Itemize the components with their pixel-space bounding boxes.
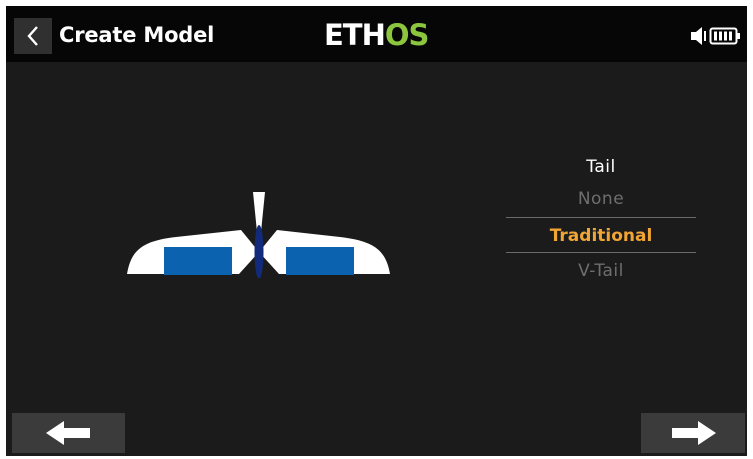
right-aileron (286, 247, 354, 275)
logo-text-main: ETH (324, 18, 386, 52)
battery-icon[interactable] (709, 26, 741, 46)
back-chevron-icon (27, 26, 38, 46)
back-button[interactable] (14, 18, 52, 54)
tail-option-traditional[interactable]: Traditional (506, 217, 696, 253)
fuselage (254, 225, 264, 278)
next-button[interactable] (641, 413, 745, 453)
previous-button[interactable] (12, 413, 125, 453)
speaker-icon[interactable] (690, 25, 706, 47)
tail-picker-heading: Tail (586, 157, 616, 177)
screen: Create Model ETH OS Tail None Traditiona… (6, 6, 747, 456)
tail-option-none[interactable]: None (506, 181, 696, 217)
status-icons (690, 24, 741, 48)
logo-text-accent: OS (384, 18, 430, 52)
ethos-logo: ETH OS (324, 18, 430, 52)
tail-picker[interactable]: Tail None Traditional V-Tail (506, 153, 696, 289)
arrow-right-icon (672, 421, 716, 445)
tail-option-v-tail[interactable]: V-Tail (506, 253, 696, 289)
page-title: Create Model (59, 23, 215, 47)
header-bar: Create Model ETH OS (6, 6, 747, 62)
aircraft-diagram (126, 186, 391, 278)
left-aileron (164, 247, 232, 275)
arrow-left-icon (45, 421, 90, 445)
